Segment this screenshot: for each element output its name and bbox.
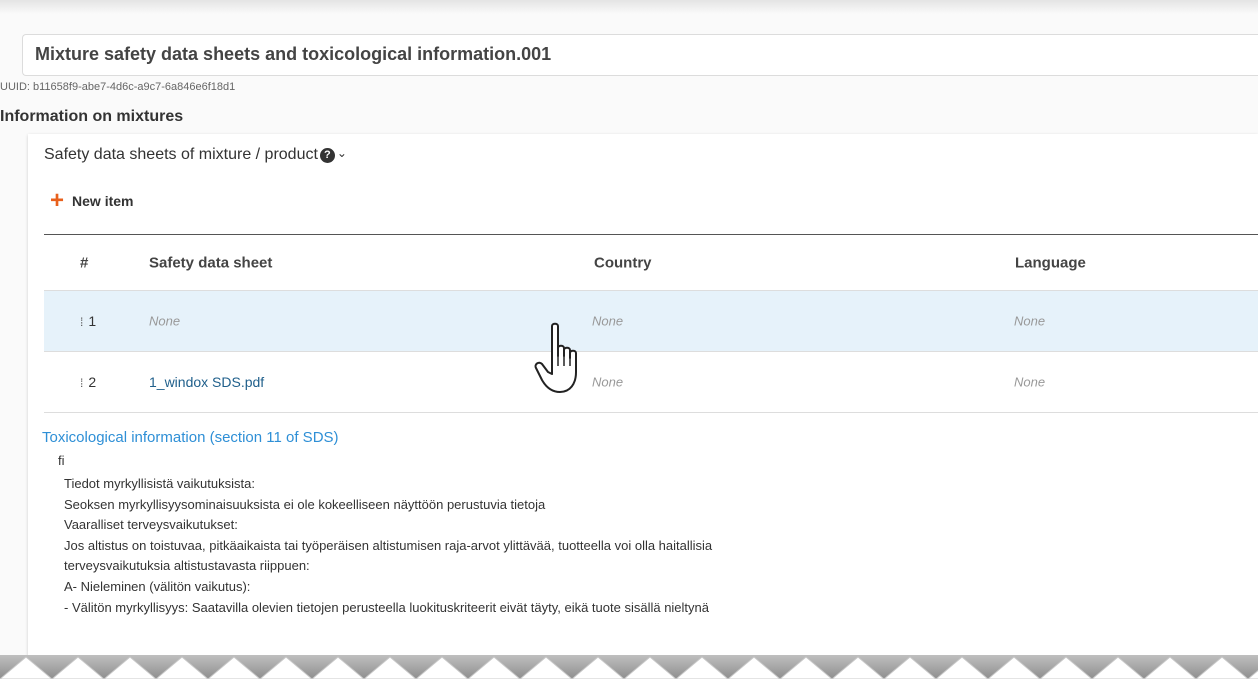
drag-handle-icon[interactable]: ⁞ xyxy=(80,376,84,390)
uuid-label: UUID: b11658f9-abe7-4d6c-a9c7-6a846e6f18… xyxy=(0,81,236,93)
language-cell[interactable]: None xyxy=(1014,314,1045,329)
header-language[interactable]: Language xyxy=(1015,254,1086,271)
tox-section-title[interactable]: Toxicological information (section 11 of… xyxy=(42,429,339,446)
torn-edge-decoration xyxy=(0,655,1258,679)
tox-line: A- Nieleminen (välitön vaikutus): xyxy=(64,578,251,594)
tox-line: terveysvaikutuksia altistustavasta riipp… xyxy=(64,558,310,574)
top-shadow xyxy=(0,0,1258,14)
row-number: 2 xyxy=(88,374,97,390)
table-row[interactable]: ⁞ 1 None None None xyxy=(44,291,1258,352)
new-item-label: New item xyxy=(72,193,134,209)
row-number: 1 xyxy=(88,313,97,329)
language-cell[interactable]: None xyxy=(1014,375,1045,390)
hand-pointer-icon xyxy=(534,322,577,393)
mixture-card: Safety data sheets of mixture / product … xyxy=(28,134,1258,679)
sds-table: # Safety data sheet Country Language ⁞ 1 … xyxy=(44,234,1258,413)
section-title: Information on mixtures xyxy=(0,108,184,125)
chevron-down-icon[interactable]: ⌄ xyxy=(337,146,347,160)
tox-line: Vaaralliset terveysvaikutukset: xyxy=(64,517,238,533)
sds-cell[interactable]: None xyxy=(149,314,180,329)
table-header: # Safety data sheet Country Language xyxy=(44,234,1258,291)
table-row[interactable]: ⁞ 2 1_windox SDS.pdf None None xyxy=(44,352,1258,413)
page: Mixture safety data sheets and toxicolog… xyxy=(0,0,1258,679)
subsection-header[interactable]: Safety data sheets of mixture / product … xyxy=(44,146,347,164)
country-cell[interactable]: None xyxy=(592,314,623,329)
header-country[interactable]: Country xyxy=(594,254,652,271)
tox-line: Seoksen myrkyllisyysominaisuuksista ei o… xyxy=(64,496,546,512)
record-title[interactable]: Mixture safety data sheets and toxicolog… xyxy=(22,34,1258,76)
tox-line: Jos altistus on toistuvaa, pitkäaikaista… xyxy=(64,537,713,553)
new-item-button[interactable]: + New item xyxy=(50,187,134,214)
tox-language-code: fi xyxy=(58,453,65,468)
help-icon[interactable]: ? xyxy=(319,147,335,163)
tox-line: Tiedot myrkyllisistä vaikutuksista: xyxy=(64,476,255,491)
row-number-cell: ⁞ 2 xyxy=(80,374,96,390)
sds-file-link[interactable]: 1_windox SDS.pdf xyxy=(149,374,264,390)
country-cell[interactable]: None xyxy=(592,375,623,390)
drag-handle-icon[interactable]: ⁞ xyxy=(80,315,84,329)
subsection-title: Safety data sheets of mixture / product xyxy=(44,146,318,163)
tox-text-block: Tiedot myrkyllisistä vaikutuksista: Seok… xyxy=(64,474,712,618)
header-safety-data-sheet[interactable]: Safety data sheet xyxy=(149,254,272,271)
tox-line: - Välitön myrkyllisyys: Saatavilla olevi… xyxy=(64,599,709,615)
header-num: # xyxy=(80,254,89,271)
plus-icon: + xyxy=(50,187,65,214)
row-number-cell: ⁞ 1 xyxy=(80,313,96,329)
